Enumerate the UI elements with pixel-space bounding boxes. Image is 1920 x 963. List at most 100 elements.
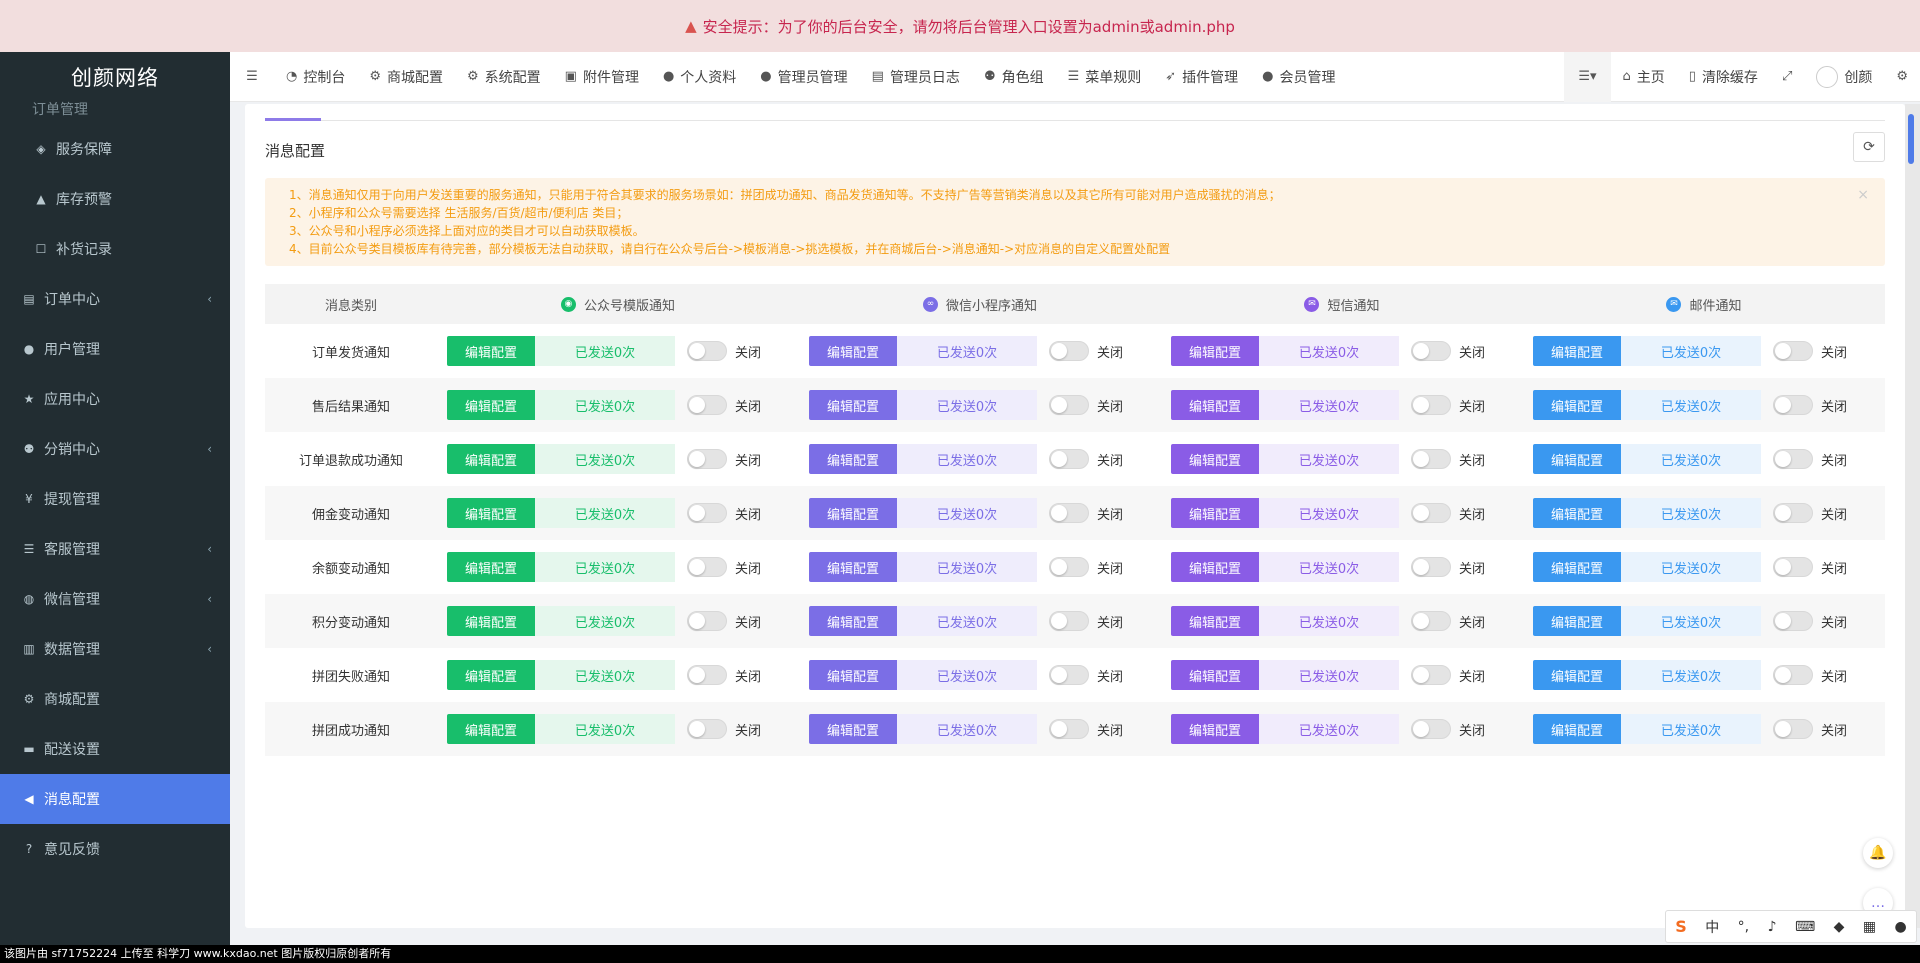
sidebar-item-5[interactable]: ★ 应用中心 bbox=[0, 374, 230, 424]
enable-toggle[interactable] bbox=[1411, 503, 1451, 523]
nav-item-8[interactable]: ☰ 菜单规则 bbox=[1056, 52, 1154, 102]
nav-item-5[interactable]: ● 管理员管理 bbox=[748, 52, 859, 102]
edit-config-button[interactable]: 编辑配置 bbox=[447, 390, 535, 420]
edit-config-button[interactable]: 编辑配置 bbox=[447, 444, 535, 474]
nav-item-2[interactable]: ⚙ 系统配置 bbox=[455, 52, 553, 102]
nav-item-1[interactable]: ⚙ 商城配置 bbox=[357, 52, 455, 102]
enable-toggle[interactable] bbox=[1411, 449, 1451, 469]
enable-toggle[interactable] bbox=[1773, 449, 1813, 469]
settings-button[interactable]: ⚙ bbox=[1884, 52, 1920, 102]
enable-toggle[interactable] bbox=[687, 503, 727, 523]
edit-config-button[interactable]: 编辑配置 bbox=[1533, 336, 1621, 366]
sidebar-item-14[interactable]: ? 意见反馈 bbox=[0, 824, 230, 874]
edit-config-button[interactable]: 编辑配置 bbox=[1533, 606, 1621, 636]
scrollbar[interactable] bbox=[1905, 104, 1920, 928]
sidebar-item-partial[interactable]: 订单管理 bbox=[0, 94, 230, 124]
enable-toggle[interactable] bbox=[687, 395, 727, 415]
refresh-button[interactable]: ⟳ bbox=[1853, 132, 1885, 162]
nav-dropdown-button[interactable]: ☰▾ bbox=[1564, 51, 1611, 102]
sidebar-item-1[interactable]: ▲ 库存预警 bbox=[0, 174, 230, 224]
nav-item-7[interactable]: ⚉ 角色组 bbox=[972, 52, 1056, 102]
edit-config-button[interactable]: 编辑配置 bbox=[809, 390, 897, 420]
edit-config-button[interactable]: 编辑配置 bbox=[809, 444, 897, 474]
edit-config-button[interactable]: 编辑配置 bbox=[447, 552, 535, 582]
enable-toggle[interactable] bbox=[1049, 665, 1089, 685]
edit-config-button[interactable]: 编辑配置 bbox=[447, 660, 535, 690]
user-menu[interactable]: 创颜 bbox=[1804, 52, 1884, 102]
edit-config-button[interactable]: 编辑配置 bbox=[1171, 336, 1259, 366]
sidebar-item-2[interactable]: ☐ 补货记录 bbox=[0, 224, 230, 274]
enable-toggle[interactable] bbox=[1411, 719, 1451, 739]
enable-toggle[interactable] bbox=[687, 611, 727, 631]
sidebar-item-13[interactable]: ◀ 消息配置 bbox=[0, 774, 230, 824]
close-icon[interactable]: × bbox=[1857, 186, 1869, 204]
enable-toggle[interactable] bbox=[1049, 395, 1089, 415]
edit-config-button[interactable]: 编辑配置 bbox=[1171, 552, 1259, 582]
edit-config-button[interactable]: 编辑配置 bbox=[1533, 498, 1621, 528]
edit-config-button[interactable]: 编辑配置 bbox=[1171, 390, 1259, 420]
enable-toggle[interactable] bbox=[1773, 611, 1813, 631]
edit-config-button[interactable]: 编辑配置 bbox=[447, 714, 535, 744]
enable-toggle[interactable] bbox=[1411, 611, 1451, 631]
nav-item-0[interactable]: ◔ 控制台 bbox=[274, 52, 357, 102]
enable-toggle[interactable] bbox=[1049, 557, 1089, 577]
sidebar-item-11[interactable]: ⚙ 商城配置 bbox=[0, 674, 230, 724]
enable-toggle[interactable] bbox=[1773, 503, 1813, 523]
enable-toggle[interactable] bbox=[1049, 449, 1089, 469]
sidebar-item-7[interactable]: ¥ 提现管理 bbox=[0, 474, 230, 524]
enable-toggle[interactable] bbox=[687, 449, 727, 469]
nav-item-3[interactable]: ▣ 附件管理 bbox=[553, 52, 651, 102]
ime-lang-toggle[interactable]: 中 bbox=[1705, 917, 1719, 937]
edit-config-button[interactable]: 编辑配置 bbox=[1171, 714, 1259, 744]
edit-config-button[interactable]: 编辑配置 bbox=[1533, 714, 1621, 744]
sidebar-item-3[interactable]: ▤ 订单中心 ‹ bbox=[0, 274, 230, 324]
edit-config-button[interactable]: 编辑配置 bbox=[809, 606, 897, 636]
enable-toggle[interactable] bbox=[1773, 395, 1813, 415]
sidebar-item-4[interactable]: ● 用户管理 bbox=[0, 324, 230, 374]
punctuation-icon[interactable]: °, bbox=[1738, 919, 1749, 935]
nav-right-item-0[interactable]: ⌂ 主页 bbox=[1611, 52, 1677, 102]
edit-config-button[interactable]: 编辑配置 bbox=[1533, 660, 1621, 690]
sidebar-toggle-button[interactable]: ☰ bbox=[230, 52, 274, 102]
edit-config-button[interactable]: 编辑配置 bbox=[1171, 606, 1259, 636]
enable-toggle[interactable] bbox=[1411, 557, 1451, 577]
enable-toggle[interactable] bbox=[1773, 557, 1813, 577]
sogou-logo-icon[interactable]: S bbox=[1675, 917, 1687, 936]
nav-item-4[interactable]: ● 个人资料 bbox=[651, 52, 748, 102]
enable-toggle[interactable] bbox=[687, 719, 727, 739]
enable-toggle[interactable] bbox=[1411, 665, 1451, 685]
enable-toggle[interactable] bbox=[1773, 719, 1813, 739]
edit-config-button[interactable]: 编辑配置 bbox=[809, 498, 897, 528]
edit-config-button[interactable]: 编辑配置 bbox=[447, 336, 535, 366]
edit-config-button[interactable]: 编辑配置 bbox=[809, 660, 897, 690]
enable-toggle[interactable] bbox=[1049, 611, 1089, 631]
edit-config-button[interactable]: 编辑配置 bbox=[1533, 390, 1621, 420]
enable-toggle[interactable] bbox=[1411, 395, 1451, 415]
microphone-icon[interactable]: ♪ bbox=[1768, 919, 1777, 935]
nav-item-6[interactable]: ▤ 管理员日志 bbox=[860, 52, 972, 102]
enable-toggle[interactable] bbox=[687, 341, 727, 361]
grid-icon[interactable]: ▦ bbox=[1863, 919, 1876, 935]
edit-config-button[interactable]: 编辑配置 bbox=[447, 606, 535, 636]
enable-toggle[interactable] bbox=[687, 665, 727, 685]
edit-config-button[interactable]: 编辑配置 bbox=[809, 552, 897, 582]
edit-config-button[interactable]: 编辑配置 bbox=[1533, 444, 1621, 474]
sidebar-item-6[interactable]: ⚉ 分销中心 ‹ bbox=[0, 424, 230, 474]
skin-icon[interactable]: ◆ bbox=[1834, 919, 1845, 935]
edit-config-button[interactable]: 编辑配置 bbox=[447, 498, 535, 528]
nav-item-10[interactable]: ● 会员管理 bbox=[1250, 52, 1347, 102]
nav-right-item-1[interactable]: ▯ 清除缓存 bbox=[1677, 52, 1770, 102]
sidebar-item-9[interactable]: ◍ 微信管理 ‹ bbox=[0, 574, 230, 624]
enable-toggle[interactable] bbox=[1049, 503, 1089, 523]
edit-config-button[interactable]: 编辑配置 bbox=[1171, 444, 1259, 474]
sidebar-item-10[interactable]: ▥ 数据管理 ‹ bbox=[0, 624, 230, 674]
sidebar-item-12[interactable]: ▬ 配送设置 bbox=[0, 724, 230, 774]
enable-toggle[interactable] bbox=[687, 557, 727, 577]
edit-config-button[interactable]: 编辑配置 bbox=[809, 336, 897, 366]
edit-config-button[interactable]: 编辑配置 bbox=[1533, 552, 1621, 582]
edit-config-button[interactable]: 编辑配置 bbox=[1171, 660, 1259, 690]
sidebar-item-0[interactable]: ◈ 服务保障 bbox=[0, 124, 230, 174]
edit-config-button[interactable]: 编辑配置 bbox=[809, 714, 897, 744]
enable-toggle[interactable] bbox=[1411, 341, 1451, 361]
fullscreen-button[interactable]: ⤢ bbox=[1770, 52, 1804, 102]
